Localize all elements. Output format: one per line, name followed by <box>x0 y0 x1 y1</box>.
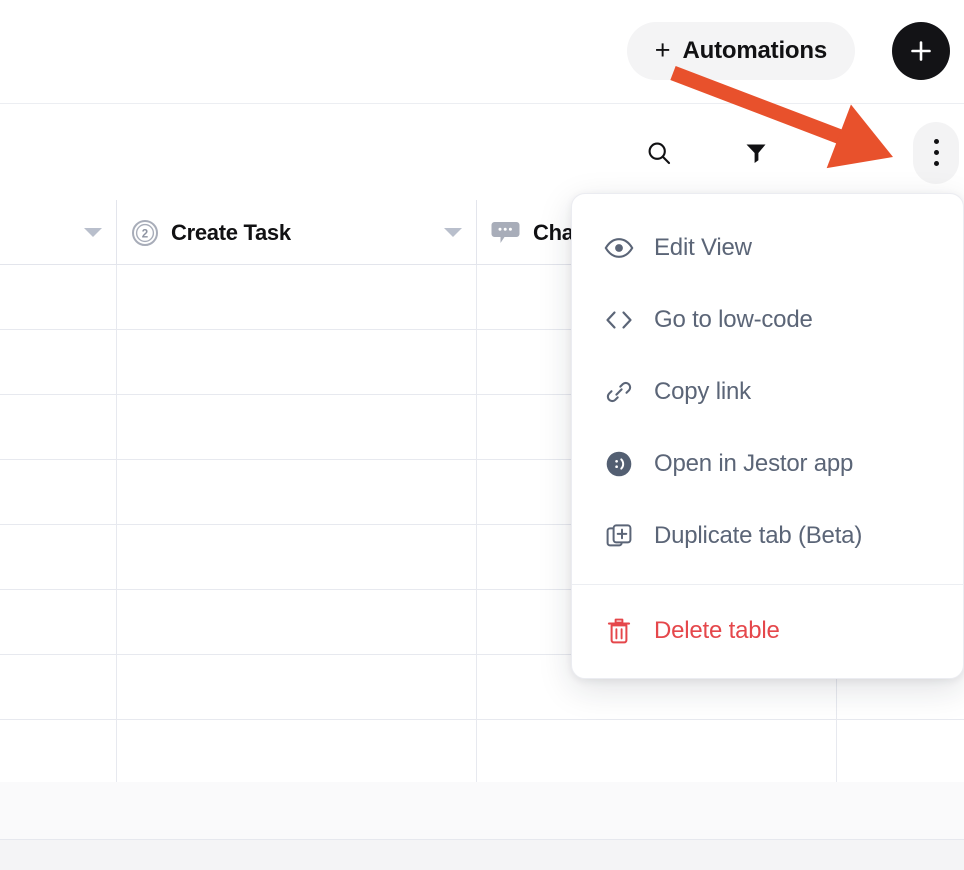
table-cell[interactable] <box>0 525 117 590</box>
duplicate-icon <box>604 522 634 550</box>
table-cell[interactable] <box>117 395 477 460</box>
more-options-icon[interactable] <box>913 121 959 184</box>
chat-bubble-icon <box>491 220 521 246</box>
table-cell[interactable] <box>0 395 117 460</box>
code-brackets-icon <box>604 309 634 331</box>
plus-icon <box>911 41 931 61</box>
menu-item-label: Delete table <box>654 617 780 644</box>
search-icon[interactable] <box>639 133 679 173</box>
view-toolbar <box>0 105 964 200</box>
view-options-menu: Edit View Go to low-code Copy link Open … <box>571 193 964 679</box>
chevron-down-icon[interactable] <box>444 228 462 237</box>
table-cell[interactable] <box>117 590 477 655</box>
table-row[interactable] <box>0 720 964 785</box>
menu-item-label: Edit View <box>654 234 752 261</box>
table-cell[interactable] <box>117 720 477 785</box>
menu-item-label: Duplicate tab (Beta) <box>654 522 863 549</box>
menu-item-label: Go to low-code <box>654 306 813 333</box>
add-record-button[interactable] <box>892 22 950 80</box>
hide-fields-icon[interactable] <box>833 133 873 173</box>
chevron-down-icon[interactable] <box>84 228 102 237</box>
grid-footer-band <box>0 782 964 840</box>
automations-button-label: Automations <box>682 37 828 64</box>
table-cell[interactable] <box>117 525 477 590</box>
trash-icon <box>604 617 634 645</box>
table-cell[interactable] <box>117 655 477 720</box>
menu-item-delete-table[interactable]: Delete table <box>572 595 963 667</box>
column-header-0[interactable] <box>0 200 117 265</box>
menu-item-label: Copy link <box>654 378 751 405</box>
table-cell[interactable] <box>117 330 477 395</box>
menu-item-label: Open in Jestor app <box>654 450 854 477</box>
menu-item-edit-view[interactable]: Edit View <box>572 212 963 284</box>
table-cell[interactable] <box>0 330 117 395</box>
svg-text:2: 2 <box>142 228 148 240</box>
menu-item-duplicate-tab[interactable]: Duplicate tab (Beta) <box>572 500 963 572</box>
table-cell[interactable] <box>0 265 117 330</box>
table-cell[interactable] <box>0 460 117 525</box>
column-header-label: Create Task <box>171 219 291 245</box>
table-cell[interactable] <box>477 720 837 785</box>
link-icon <box>604 378 634 406</box>
plus-icon: + <box>654 34 671 65</box>
filter-icon[interactable] <box>736 133 776 173</box>
grid-footer-band-secondary <box>0 840 964 870</box>
menu-item-go-to-low-code[interactable]: Go to low-code <box>572 284 963 356</box>
numbered-circle-2-icon: 2 <box>131 219 159 247</box>
top-bar: + Automations <box>0 0 964 104</box>
table-cell[interactable] <box>0 720 117 785</box>
kebab-dot <box>933 161 939 166</box>
menu-item-copy-link[interactable]: Copy link <box>572 356 963 428</box>
app-root: + Automations 2 Create Task Chat Edit Vi… <box>0 0 964 870</box>
eye-icon <box>604 237 634 259</box>
menu-separator <box>572 584 963 585</box>
column-header-create-task[interactable]: 2 Create Task <box>117 200 477 265</box>
table-cell[interactable] <box>117 265 477 330</box>
table-cell[interactable] <box>0 590 117 655</box>
kebab-dot <box>933 139 939 144</box>
jestor-smiley-icon <box>604 450 634 478</box>
automations-button[interactable]: + Automations <box>626 22 855 80</box>
menu-item-open-in-jestor-app[interactable]: Open in Jestor app <box>572 428 963 500</box>
table-cell[interactable] <box>117 460 477 525</box>
table-cell[interactable] <box>837 720 964 785</box>
kebab-dot <box>933 150 939 155</box>
table-cell[interactable] <box>0 655 117 720</box>
